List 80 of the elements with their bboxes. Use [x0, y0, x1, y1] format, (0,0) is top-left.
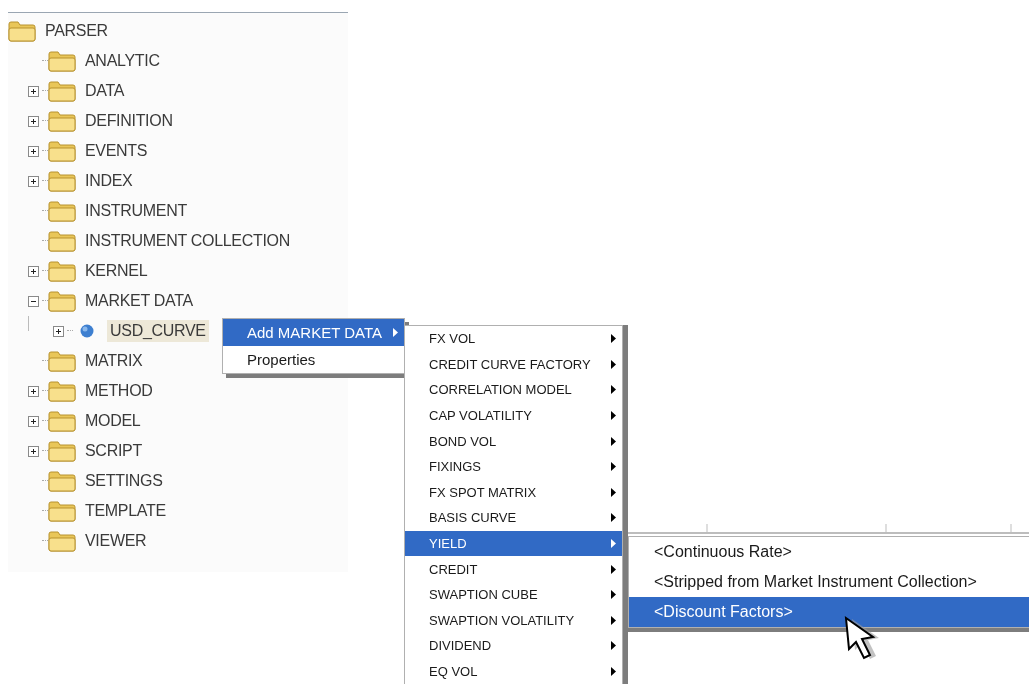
submenu-arrow-icon — [611, 513, 616, 523]
menu-item[interactable]: SWAPTION VOLATILITY — [405, 607, 622, 634]
submenu-arrow-icon — [611, 641, 616, 651]
menu-item[interactable]: CAP VOLATILITY — [405, 402, 622, 429]
submenu-arrow-icon — [611, 359, 616, 369]
folder-icon — [48, 50, 76, 72]
globe-icon — [80, 324, 94, 338]
expand-icon[interactable] — [53, 325, 64, 337]
folder-icon — [48, 530, 76, 552]
folder-icon — [48, 350, 76, 372]
submenu-arrow-icon — [611, 334, 616, 344]
menu-item[interactable]: CORRELATION MODEL — [405, 377, 622, 403]
folder-icon — [48, 440, 76, 462]
menu-item[interactable]: EQ VOL — [405, 658, 622, 684]
expand-icon[interactable] — [28, 175, 39, 187]
submenu-arrow-icon — [611, 487, 616, 497]
submenu-arrow-icon — [611, 539, 616, 549]
tree-item[interactable]: USD_CURVE — [107, 320, 209, 342]
expand-icon[interactable] — [28, 445, 39, 457]
tree-item[interactable]: VIEWER — [82, 530, 150, 552]
tree-item[interactable]: INSTRUMENT COLLECTION — [82, 230, 293, 252]
folder-icon — [8, 20, 36, 42]
tree-item[interactable]: SCRIPT — [82, 440, 145, 462]
folder-icon — [48, 290, 76, 312]
submenu-arrow-icon — [611, 411, 616, 421]
folder-icon — [48, 230, 76, 252]
menu-item[interactable]: FX SPOT MATRIX — [405, 479, 622, 506]
submenu-arrow-icon — [611, 590, 616, 600]
menu-item[interactable]: SWAPTION CUBE — [405, 581, 622, 608]
folder-icon — [48, 500, 76, 522]
menu-item[interactable]: Properties — [223, 346, 404, 373]
tree-item[interactable]: DATA — [82, 80, 128, 102]
folder-icon — [48, 170, 76, 192]
menu-item[interactable]: YIELD — [405, 530, 622, 557]
tree-item[interactable]: INSTRUMENT — [82, 200, 190, 222]
expand-icon[interactable] — [28, 265, 39, 277]
tree-item[interactable]: TEMPLATE — [82, 500, 169, 522]
menu-item[interactable]: CREDIT — [405, 556, 622, 582]
expand-icon[interactable] — [28, 385, 39, 397]
submenu-arrow-icon — [611, 385, 616, 395]
tree-item[interactable]: KERNEL — [82, 260, 151, 282]
expand-icon[interactable] — [28, 145, 39, 157]
submenu-arrow-icon — [611, 462, 616, 472]
menu-item[interactable]: BASIS CURVE — [405, 505, 622, 531]
menu-item[interactable]: <Continuous Rate> — [629, 537, 1029, 567]
tree-item[interactable]: PARSER — [42, 20, 111, 42]
submenu-arrow-icon — [611, 436, 616, 446]
tree-item[interactable]: SETTINGS — [82, 470, 166, 492]
tree-item[interactable]: DEFINITION — [82, 110, 176, 132]
folder-icon — [48, 200, 76, 222]
folder-icon — [48, 470, 76, 492]
tree-item[interactable]: ANALYTIC — [82, 50, 163, 72]
submenu-arrow-icon — [611, 615, 616, 625]
menu-item[interactable]: Add MARKET DATA — [223, 319, 404, 346]
folder-icon — [48, 260, 76, 282]
tree-item[interactable]: METHOD — [82, 380, 156, 402]
expand-icon[interactable] — [28, 415, 39, 427]
tree-item[interactable]: MODEL — [82, 410, 144, 432]
menu-item[interactable]: FIXINGS — [405, 453, 622, 480]
folder-icon — [48, 80, 76, 102]
collapse-icon[interactable] — [28, 295, 39, 307]
folder-icon — [48, 380, 76, 402]
submenu-arrow-icon — [611, 564, 616, 574]
menu-item[interactable]: FX VOL — [405, 326, 622, 352]
menu-item[interactable]: BOND VOL — [405, 428, 622, 454]
menu-item[interactable]: <Stripped from Market Instrument Collection> — [629, 567, 1029, 597]
folder-icon — [48, 410, 76, 432]
tree-item[interactable]: MATRIX — [82, 350, 146, 372]
menu-item[interactable]: <Discount Factors> — [629, 597, 1029, 627]
tree-item[interactable]: INDEX — [82, 170, 136, 192]
menu-item[interactable]: CREDIT CURVE FACTORY — [405, 351, 622, 378]
expand-icon[interactable] — [28, 85, 39, 97]
submenu-arrow-icon — [611, 667, 616, 676]
folder-icon — [48, 140, 76, 162]
folder-icon — [48, 110, 76, 132]
menu-item[interactable]: DIVIDEND — [405, 633, 622, 659]
tree-item[interactable]: MARKET DATA — [82, 290, 196, 312]
expand-icon[interactable] — [28, 115, 39, 127]
tree-item[interactable]: EVENTS — [82, 140, 151, 162]
submenu-arrow-icon — [393, 328, 398, 337]
